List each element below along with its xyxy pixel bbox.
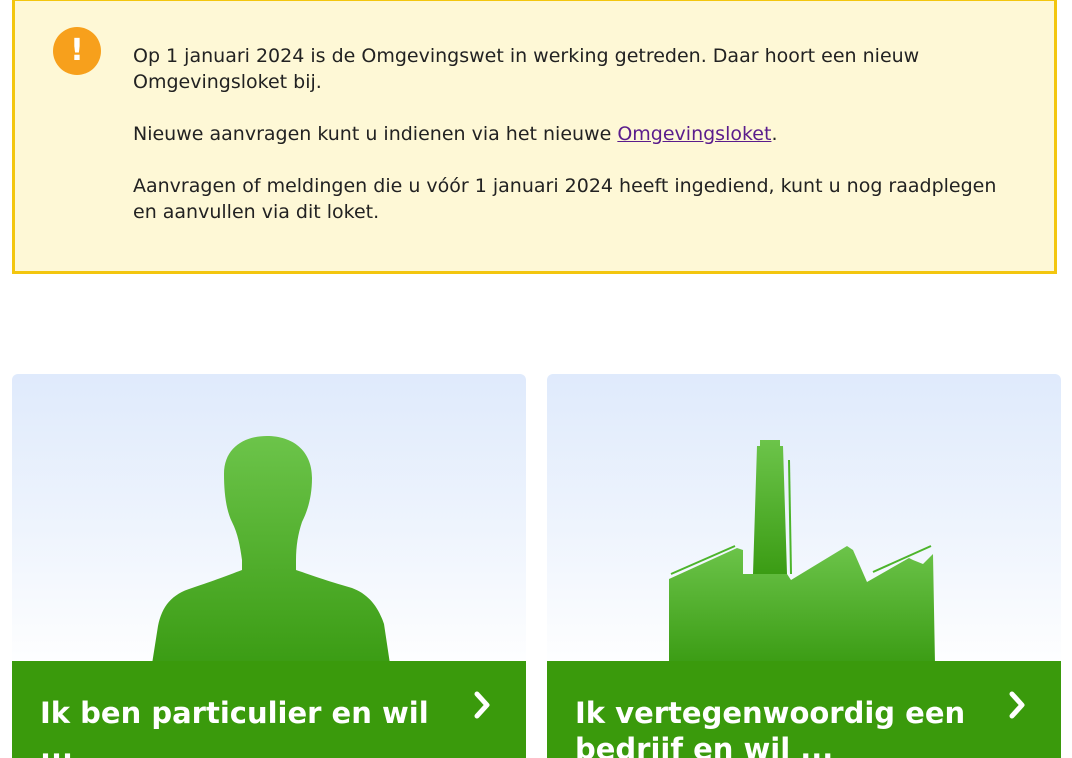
notice-paragraph-2-end: . (771, 123, 778, 145)
notice-paragraph-2: Nieuwe aanvragen kunt u indienen via het… (133, 121, 1013, 147)
card-bedrijf[interactable]: Ik vertegenwoordig een bedrijf en wil ..… (547, 374, 1061, 758)
factory-icon (669, 440, 935, 664)
warning-icon: ! (53, 27, 101, 75)
chevron-right-icon (1009, 691, 1025, 719)
card-bedrijf-bar: Ik vertegenwoordig een bedrijf en wil ..… (547, 661, 1061, 758)
notice-paragraph-1: Op 1 januari 2024 is de Omgevingswet in … (133, 45, 920, 93)
person-icon (152, 436, 390, 664)
omgevingsloket-link[interactable]: Omgevingsloket (617, 123, 771, 145)
card-particulier[interactable]: Ik ben particulier en wil ... (12, 374, 526, 758)
card-particulier-label: Ik ben particulier en wil ... (40, 696, 429, 758)
card-particulier-bar: Ik ben particulier en wil ... (12, 661, 526, 758)
notice-paragraph-3: Aanvragen of meldingen die u vóór 1 janu… (133, 175, 997, 223)
notice-paragraph-2-text: Nieuwe aanvragen kunt u indienen via het… (133, 123, 618, 145)
notice-text: Op 1 januari 2024 is de Omgevingswet in … (133, 43, 1013, 251)
omgevingswet-notice: ! Op 1 januari 2024 is de Omgevingswet i… (12, 0, 1057, 274)
card-bedrijf-label: Ik vertegenwoordig een bedrijf en wil ..… (575, 696, 966, 758)
chevron-right-icon (474, 691, 490, 719)
